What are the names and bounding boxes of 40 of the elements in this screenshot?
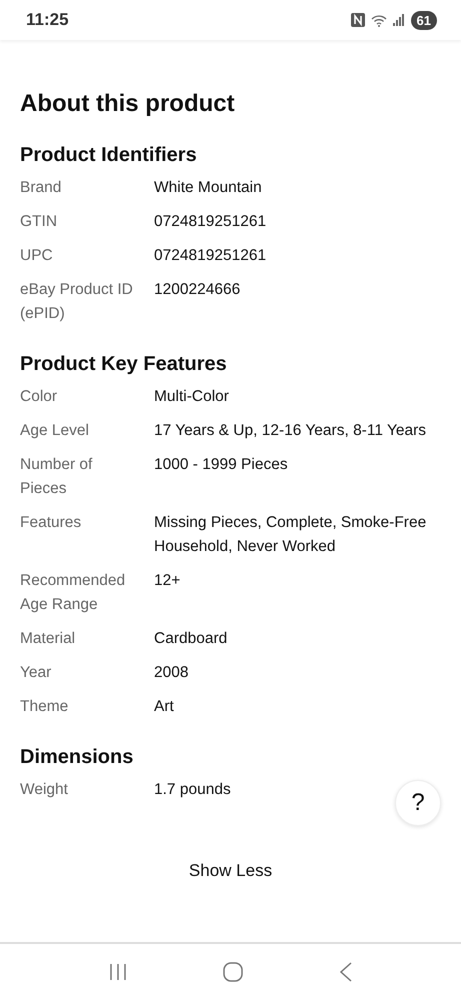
help-button[interactable]: ?: [395, 780, 441, 826]
page-title: About this product: [20, 90, 236, 118]
spec-value: 1.7 pounds: [154, 780, 231, 800]
spec-value: 2008: [154, 663, 188, 683]
spec-value: 1000 - 1999 Pieces: [154, 455, 288, 475]
back-icon[interactable]: [339, 962, 354, 982]
section-heading: Product Key Features: [20, 353, 228, 376]
home-icon[interactable]: [223, 962, 244, 982]
spec-label: GTIN: [20, 212, 58, 232]
spec-label: Theme: [20, 697, 70, 717]
recent-apps-icon[interactable]: [108, 963, 128, 981]
spec-value: White Mountain: [154, 178, 262, 198]
spec-label: Recommended Age Range: [20, 571, 126, 615]
spec-value: 0724819251261: [154, 212, 266, 232]
spec-label: Color: [20, 387, 58, 407]
spec-value: Cardboard: [154, 629, 228, 649]
wifi-icon: [370, 14, 387, 26]
spec-label: Material: [20, 629, 76, 649]
spec-value: 1200224666: [154, 280, 240, 300]
spec-label: Brand: [20, 178, 62, 198]
nfc-icon: [350, 13, 365, 27]
section-heading: Product Identifiers: [20, 144, 198, 167]
spec-label: UPC: [20, 246, 54, 266]
show-less-button[interactable]: Show Less: [180, 857, 280, 885]
spec-label: Number of Pieces: [20, 455, 94, 499]
spec-value: Missing Pieces, Complete, Smoke-Free Household, Never Worked: [154, 513, 428, 557]
section-heading: Dimensions: [20, 746, 134, 769]
spec-label: Features: [20, 513, 82, 533]
spec-label: Age Level: [20, 421, 90, 441]
spec-label: Year: [20, 663, 52, 683]
spec-value: Multi-Color: [154, 387, 229, 407]
status-time: 11:25: [26, 10, 69, 30]
spec-value: 12+: [154, 571, 180, 591]
spec-value: 17 Years & Up, 12-16 Years, 8-11 Years: [154, 421, 426, 441]
spec-label: eBay Product ID (ePID): [20, 280, 134, 324]
battery-level: 61: [410, 10, 437, 30]
spec-label: Weight: [20, 780, 69, 800]
signal-icon: [392, 14, 405, 26]
spec-value: 0724819251261: [154, 246, 266, 266]
spec-value: Art: [154, 697, 174, 717]
